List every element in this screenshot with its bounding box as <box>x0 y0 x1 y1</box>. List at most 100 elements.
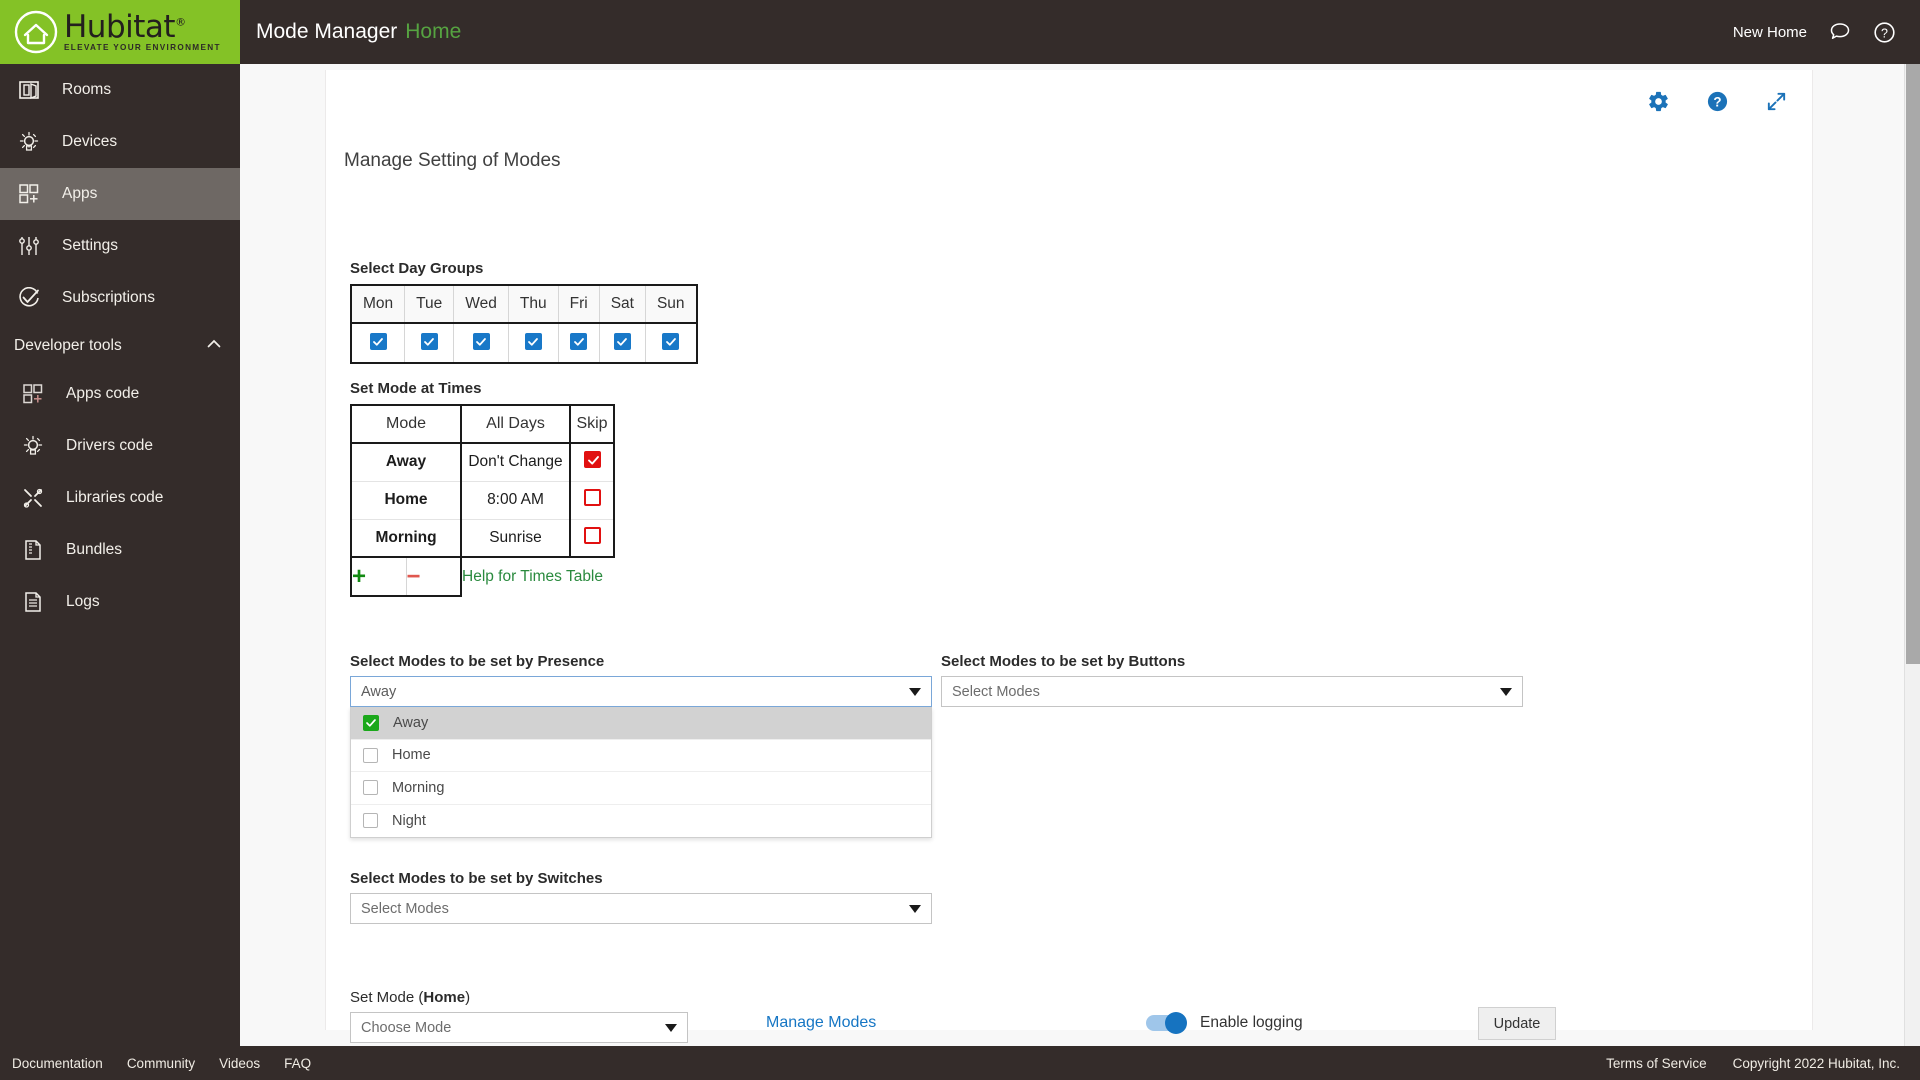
option-checkbox[interactable] <box>363 780 378 796</box>
chevron-up-icon <box>206 336 222 357</box>
brand-logo[interactable]: Hubitat® ELEVATE YOUR ENVIRONMENT <box>0 0 240 64</box>
dropdown-option-home[interactable]: Home <box>351 740 931 772</box>
expand-arrows-icon[interactable] <box>1765 90 1788 118</box>
check-circle-icon <box>18 287 48 309</box>
day-header: Mon <box>350 284 406 324</box>
hub-name[interactable]: New Home <box>1733 24 1807 41</box>
day-checkbox-sun[interactable] <box>662 333 680 351</box>
sidebar-item-label: Apps code <box>66 385 140 402</box>
buttons-select-placeholder: Select Modes <box>952 683 1040 700</box>
remove-row-button[interactable]: − <box>407 563 421 590</box>
footer-link-videos[interactable]: Videos <box>219 1056 260 1071</box>
sliders-icon <box>18 235 48 257</box>
set-mode-label: Set Mode (Home) <box>350 989 690 1006</box>
add-row-button[interactable]: + <box>352 563 366 590</box>
chat-bubble-icon[interactable] <box>1829 21 1851 43</box>
dropdown-option-label: Morning <box>392 779 445 796</box>
times-time-cell[interactable]: Don't Change <box>461 443 571 482</box>
switches-select-placeholder: Select Modes <box>361 900 449 917</box>
footer-link-community[interactable]: Community <box>127 1056 195 1071</box>
times-mode-cell[interactable]: Away <box>351 443 462 482</box>
buttons-label: Select Modes to be set by Buttons <box>941 653 1186 670</box>
day-header: Thu <box>507 284 559 324</box>
dropdown-option-night[interactable]: Night <box>351 805 931 838</box>
footer: Documentation Community Videos FAQ Terms… <box>0 1046 1920 1080</box>
times-mode-cell[interactable]: Home <box>351 481 462 520</box>
sidebar-item-logs[interactable]: Logs <box>0 576 240 628</box>
times-section: Set Mode at Times Mode All Days Skip Awa… <box>350 380 615 597</box>
footer-link-faq[interactable]: FAQ <box>284 1056 311 1071</box>
times-mode-cell[interactable]: Morning <box>351 519 462 558</box>
gear-icon[interactable] <box>1647 90 1670 118</box>
page-title: Mode Manager Home <box>256 20 461 44</box>
day-checkbox-fri[interactable] <box>570 333 588 351</box>
day-header: Fri <box>557 284 600 324</box>
times-time-cell[interactable]: 8:00 AM <box>461 481 571 520</box>
sidebar-item-libraries-code[interactable]: Libraries code <box>0 472 240 524</box>
switches-select[interactable]: Select Modes <box>350 893 932 924</box>
sidebar-item-apps-code[interactable]: Apps code <box>0 368 240 420</box>
sidebar-section-developer-tools[interactable]: Developer tools <box>0 324 240 368</box>
question-circle-icon[interactable]: ? <box>1873 21 1896 44</box>
day-checkbox-tue[interactable] <box>420 333 438 351</box>
skip-checkbox[interactable] <box>583 451 601 469</box>
card-title: Manage Setting of Modes <box>344 150 561 171</box>
footer-link-terms-of-service[interactable]: Terms of Service <box>1606 1056 1707 1071</box>
presence-select-value: Away <box>361 683 397 700</box>
update-button-label: Update <box>1493 1015 1541 1032</box>
dropdown-option-label: Away <box>393 714 429 731</box>
table-row: Away Don't Change <box>351 443 614 482</box>
location-name: Home <box>405 20 462 43</box>
times-header-skip: Skip <box>570 405 614 444</box>
sidebar-item-label: Devices <box>62 133 118 150</box>
choose-mode-placeholder: Choose Mode <box>361 1019 452 1036</box>
enable-logging-toggle[interactable] <box>1146 1012 1187 1034</box>
sidebar-item-rooms[interactable]: Rooms <box>0 64 240 116</box>
sidebar-item-subscriptions[interactable]: Subscriptions <box>0 272 240 324</box>
sidebar-item-devices[interactable]: Devices <box>0 116 240 168</box>
tools-icon <box>22 487 52 509</box>
option-checkbox[interactable] <box>363 747 378 763</box>
option-checkbox-checked[interactable] <box>363 714 379 731</box>
option-checkbox[interactable] <box>363 813 378 829</box>
dropdown-option-label: Home <box>392 747 431 764</box>
sidebar-item-bundles[interactable]: Bundles <box>0 524 240 576</box>
sidebar-item-label: Settings <box>62 237 119 254</box>
times-table-label: Set Mode at Times <box>350 380 482 397</box>
apps-grid-icon <box>22 383 52 405</box>
sidebar-item-drivers-code[interactable]: Drivers code <box>0 420 240 472</box>
choose-mode-select[interactable]: Choose Mode <box>350 1012 688 1043</box>
svg-text:?: ? <box>1713 94 1721 109</box>
day-header: Sat <box>598 284 646 324</box>
dropdown-option-morning[interactable]: Morning <box>351 772 931 805</box>
vertical-scrollbar[interactable] <box>1904 64 1920 1080</box>
help-for-times-table-link[interactable]: Help for Times Table <box>462 568 603 585</box>
rooms-icon <box>18 79 48 101</box>
day-checkbox-thu[interactable] <box>524 333 542 351</box>
brand-name: Hubitat® <box>64 8 186 45</box>
day-checkbox-mon[interactable] <box>369 333 387 351</box>
scrollbar-thumb[interactable] <box>1906 64 1920 664</box>
day-checkbox-wed[interactable] <box>472 333 490 351</box>
times-time-cell[interactable]: Sunrise <box>461 519 571 558</box>
skip-checkbox[interactable] <box>583 489 601 506</box>
presence-select[interactable]: Away <box>350 676 932 707</box>
skip-checkbox[interactable] <box>583 526 601 544</box>
top-bar: Mode Manager Home New Home ? <box>240 0 1920 64</box>
hubitat-house-logo-icon <box>14 10 58 54</box>
day-header: Sun <box>644 284 698 324</box>
sidebar-item-settings[interactable]: Settings <box>0 220 240 272</box>
times-table-controls: + − Help for Times Table <box>350 558 614 597</box>
update-button[interactable]: Update <box>1478 1007 1556 1040</box>
day-groups-section: Select Day Groups Mon Tue Wed Thu Fri Sa… <box>350 260 698 364</box>
toggle-knob <box>1165 1012 1187 1034</box>
help-circle-icon[interactable]: ? <box>1706 90 1729 118</box>
buttons-select[interactable]: Select Modes <box>941 676 1523 707</box>
manage-modes-link[interactable]: Manage Modes <box>766 1014 876 1032</box>
times-table: Mode All Days Skip Away Don't Change Hom… <box>350 404 615 558</box>
bulb-icon <box>18 131 48 153</box>
sidebar-item-apps[interactable]: Apps <box>0 168 240 220</box>
day-checkbox-sat[interactable] <box>613 333 631 351</box>
footer-link-documentation[interactable]: Documentation <box>12 1056 103 1071</box>
dropdown-option-away[interactable]: Away <box>351 707 931 740</box>
